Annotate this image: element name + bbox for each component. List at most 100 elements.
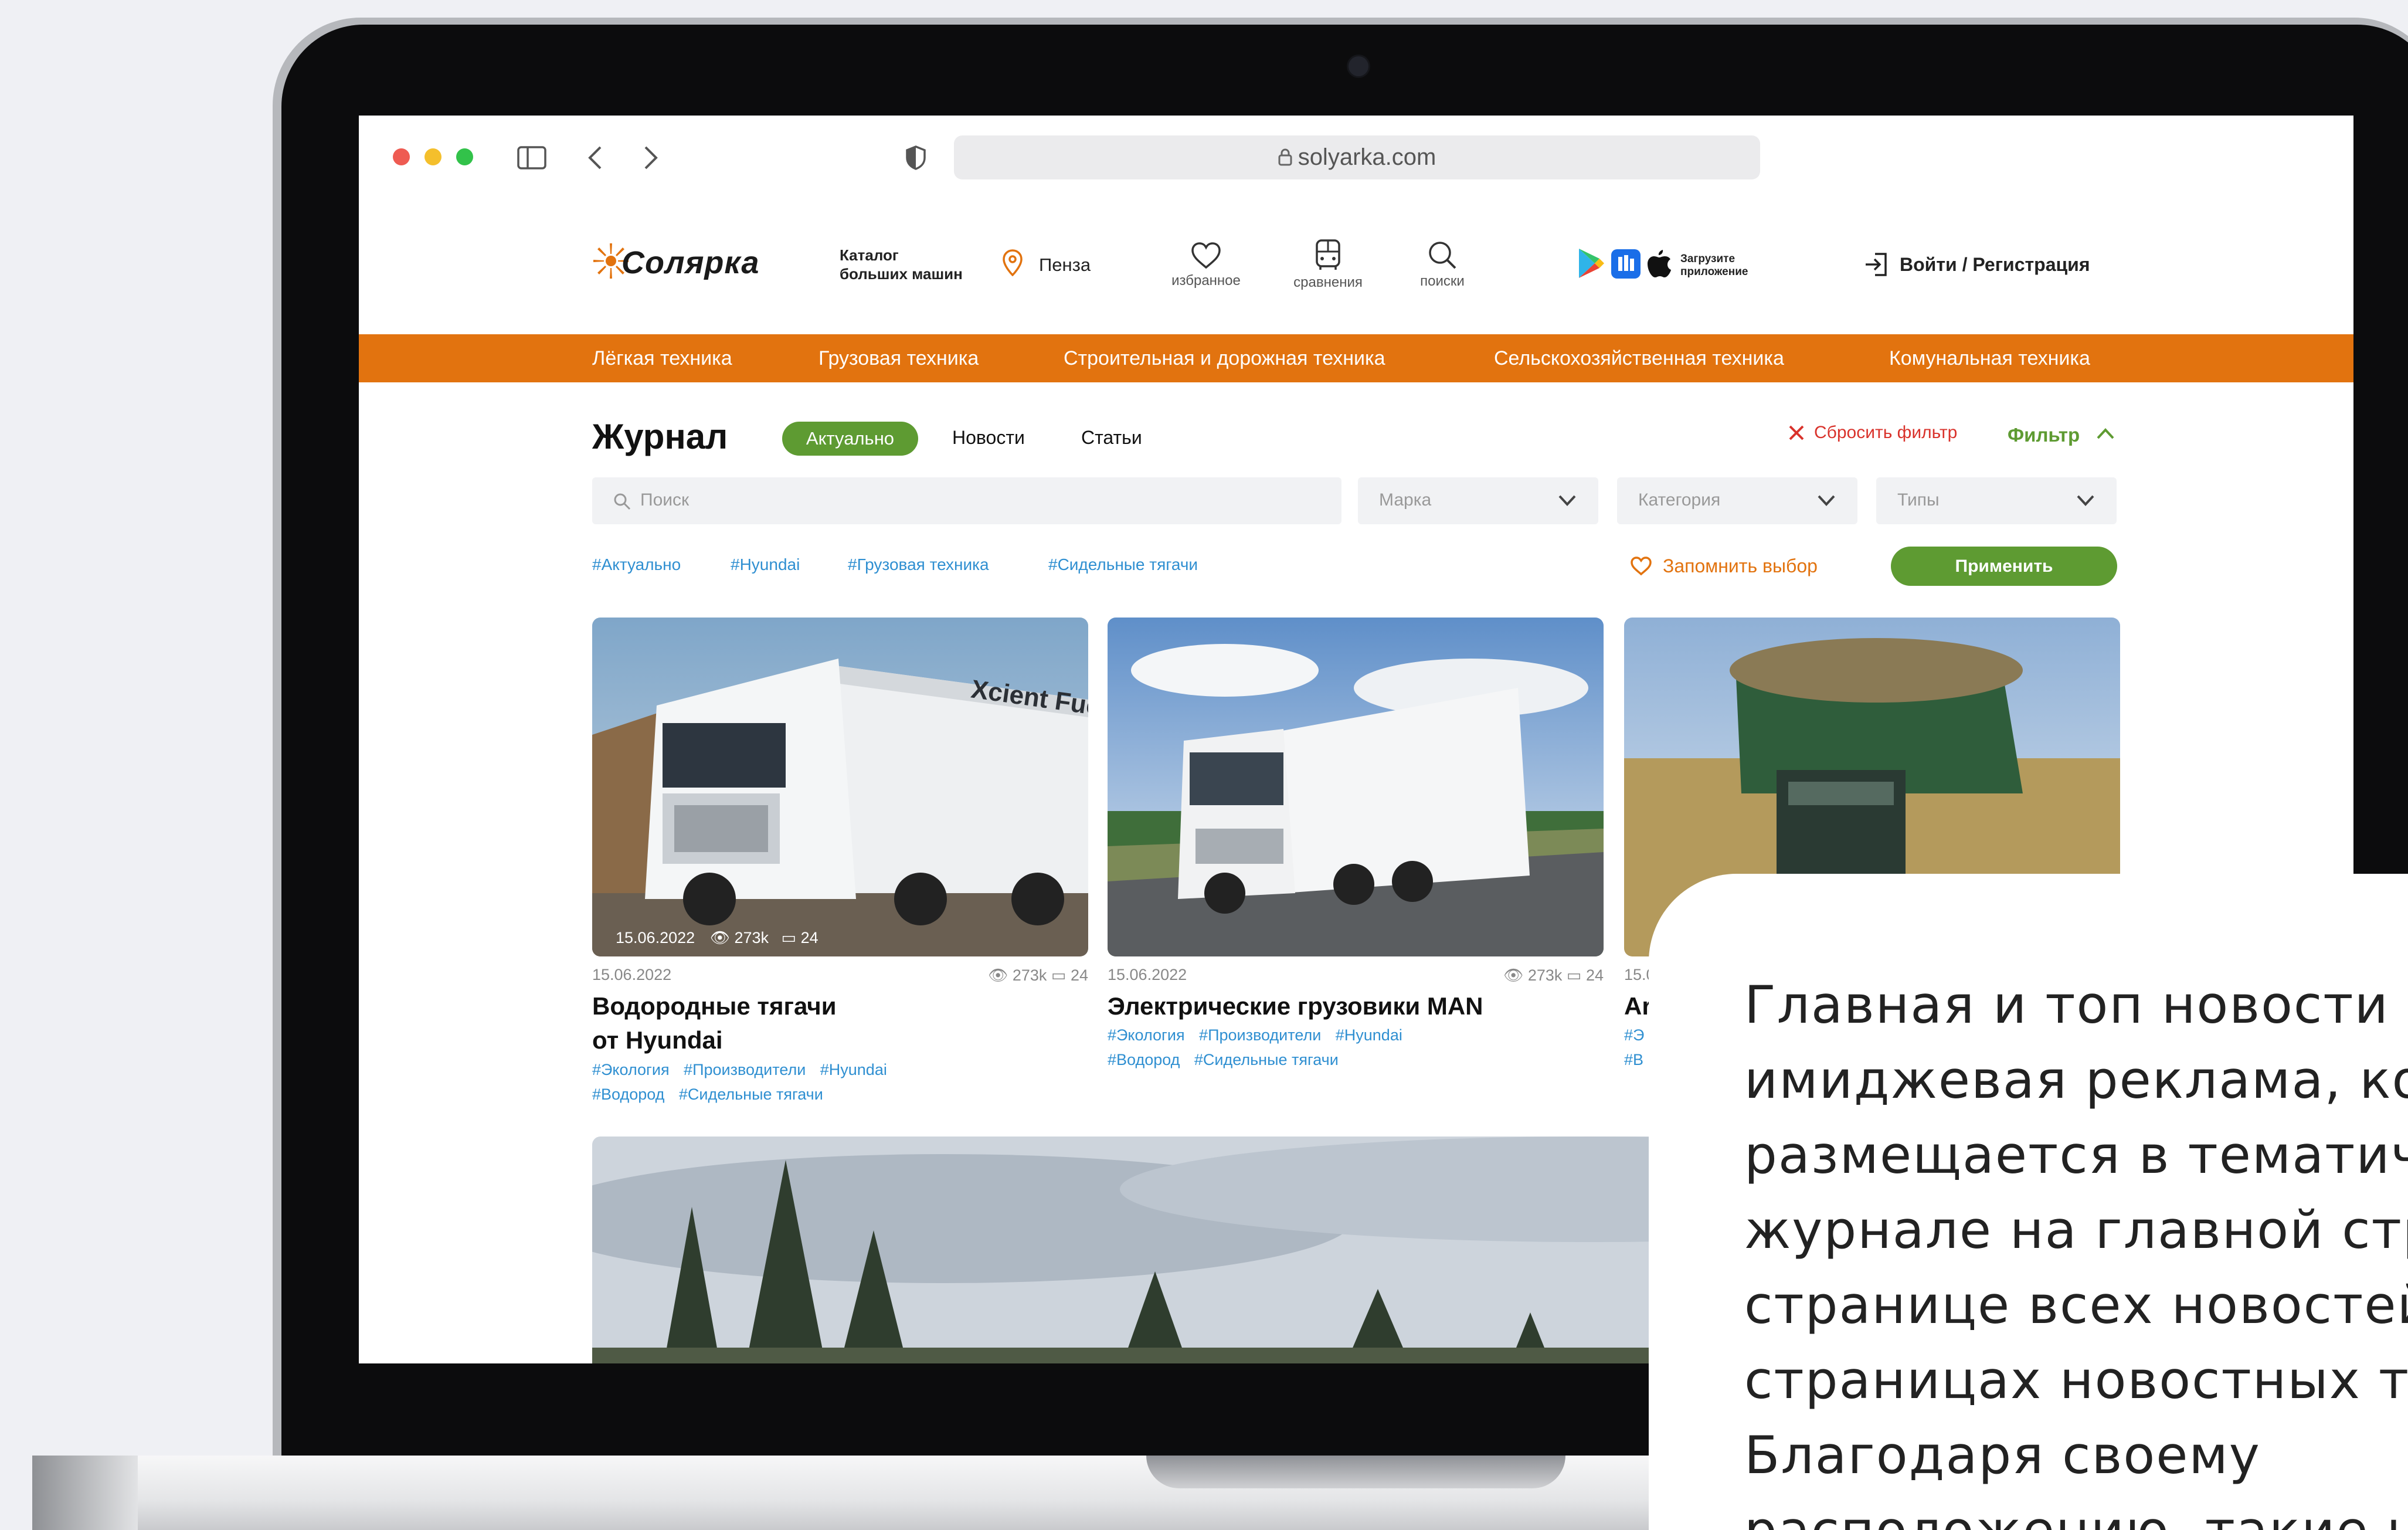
card-3-title[interactable]: Ar bbox=[1624, 989, 1652, 1023]
nav-item-trucks[interactable]: Грузовая техника bbox=[818, 334, 979, 382]
login-link[interactable]: Войти / Регистрация bbox=[1900, 254, 2090, 276]
nav-item-agricultural[interactable]: Сельскохозяйственная техника bbox=[1494, 334, 1784, 382]
tab-articles[interactable]: Статьи bbox=[1081, 427, 1142, 449]
logo-tagline-line1: Каталог bbox=[840, 246, 899, 264]
card-1-title-line1: Водородные тягачи bbox=[592, 992, 837, 1020]
chevron-up-icon[interactable] bbox=[2095, 426, 2115, 443]
close-window-button[interactable] bbox=[393, 148, 410, 165]
category-select[interactable]: Категория bbox=[1617, 477, 1857, 524]
card-tag[interactable]: #Экология bbox=[592, 1061, 670, 1078]
eye-icon: 👁 bbox=[709, 929, 730, 947]
laptop-base-edge bbox=[32, 1456, 138, 1530]
card-1-title-line2: от Hyundai bbox=[592, 1026, 723, 1054]
card-1-date: 15.06.2022 bbox=[592, 966, 672, 983]
forward-icon[interactable] bbox=[643, 145, 658, 174]
card-1-image[interactable]: Xcient Fuel Cell 15.06.2022 👁 273k ▭ 24 bbox=[592, 618, 1088, 956]
page-title: Журнал bbox=[592, 417, 728, 456]
category-select-label: Категория bbox=[1638, 490, 1721, 510]
filter-toggle[interactable]: Фильтр bbox=[2008, 424, 2080, 446]
card-tag[interactable]: #В bbox=[1624, 1051, 1643, 1069]
nav-item-municipal[interactable]: Комунальная техника bbox=[1889, 334, 2090, 382]
filter-tag[interactable]: #Актуально bbox=[592, 555, 681, 574]
card-1-overlay-comments: 24 bbox=[800, 929, 818, 947]
card-tag[interactable]: #Производители bbox=[1199, 1026, 1321, 1044]
info-line: Благодаря своему bbox=[1744, 1425, 2261, 1485]
apple-icon[interactable] bbox=[1646, 248, 1672, 281]
minimize-window-button[interactable] bbox=[424, 148, 441, 165]
types-select[interactable]: Типы bbox=[1876, 477, 2117, 524]
card-tag[interactable]: #Hyundai bbox=[1336, 1026, 1402, 1044]
google-play-icon[interactable] bbox=[1577, 247, 1605, 283]
card-tag[interactable]: #Сидельные тягачи bbox=[1194, 1051, 1339, 1068]
filter-tag[interactable]: #Грузовая техника bbox=[848, 555, 989, 574]
compare-label: сравнения bbox=[1293, 274, 1363, 290]
info-line: расположению, такие н bbox=[1744, 1493, 2408, 1530]
brand-select-label: Марка bbox=[1379, 490, 1432, 510]
remember-choice-link[interactable]: Запомнить выбор bbox=[1663, 555, 1818, 577]
url-text: solyarka.com bbox=[1298, 144, 1436, 170]
card-2-title[interactable]: Электрические грузовики MAN bbox=[1108, 989, 1483, 1023]
info-line: имиджевая реклама, ко bbox=[1744, 1050, 2408, 1110]
app-promo-line1: Загрузите bbox=[1680, 253, 1735, 265]
app-promo: Загрузите приложение bbox=[1680, 253, 1748, 279]
reset-filter-icon[interactable] bbox=[1788, 424, 1805, 445]
card-1-comments: 24 bbox=[1070, 966, 1088, 984]
remember-heart-icon[interactable] bbox=[1630, 556, 1652, 579]
saved-searches-label: поиски bbox=[1420, 273, 1465, 289]
chevron-down-icon bbox=[1818, 495, 1835, 506]
card-tag[interactable]: #Э bbox=[1624, 1026, 1644, 1044]
nav-item-construction[interactable]: Строительная и дорожная техника bbox=[1064, 334, 1385, 382]
card-tag[interactable]: #Hyundai bbox=[820, 1061, 887, 1078]
comment-icon: ▭ bbox=[781, 929, 797, 947]
search-input-icon bbox=[613, 493, 631, 515]
saved-searches-button[interactable]: поиски bbox=[1407, 240, 1478, 290]
card-tag[interactable]: #Водород bbox=[592, 1085, 664, 1103]
card-1-overlay-views: 273k bbox=[734, 929, 769, 947]
info-panel-text: Главная и топ новости – имиджевая реклам… bbox=[1744, 968, 2408, 1530]
filter-tag[interactable]: #Hyundai bbox=[731, 555, 800, 574]
apply-button[interactable]: Применить bbox=[1891, 547, 2117, 586]
logo-tagline-line2: больших машин bbox=[840, 265, 963, 283]
card-1-overlay-date: 15.06.2022 bbox=[616, 929, 695, 947]
card-2-stats: 👁 273k ▭ 24 bbox=[1486, 966, 1604, 985]
info-line: Главная и топ новости – bbox=[1744, 975, 2408, 1035]
reset-filter-link[interactable]: Сбросить фильтр bbox=[1814, 423, 1957, 443]
info-panel: Главная и топ новости – имиджевая реклам… bbox=[1649, 874, 2408, 1530]
favorites-label: избранное bbox=[1171, 273, 1241, 289]
webcam bbox=[1349, 56, 1368, 76]
sidebar-toggle-icon[interactable] bbox=[517, 146, 546, 172]
card-tag[interactable]: #Водород bbox=[1108, 1051, 1180, 1068]
card-tag[interactable]: #Производители bbox=[684, 1061, 806, 1078]
search-input[interactable]: Поиск bbox=[592, 477, 1341, 524]
logo-text[interactable]: Cолярка bbox=[621, 245, 759, 281]
brand-select[interactable]: Марка bbox=[1358, 477, 1598, 524]
card-1-stats: 👁 273k ▭ 24 bbox=[971, 966, 1088, 985]
shield-icon[interactable] bbox=[905, 145, 926, 174]
tab-actual[interactable]: Актуально bbox=[782, 422, 918, 456]
location-pin-icon[interactable] bbox=[1003, 249, 1023, 279]
lock-icon bbox=[1278, 137, 1292, 181]
card-1-title[interactable]: Водородные тягачи от Hyundai bbox=[592, 989, 837, 1057]
card-tag[interactable]: #Сидельные тягачи bbox=[679, 1085, 823, 1103]
chevron-down-icon bbox=[2077, 495, 2094, 506]
card-tag[interactable]: #Экология bbox=[1108, 1026, 1185, 1044]
card-2-views: 273k bbox=[1527, 966, 1563, 984]
card-1-tags: #Экология #Производители #Hyundai bbox=[592, 1061, 887, 1079]
favorites-button[interactable]: избранное bbox=[1168, 242, 1244, 289]
login-icon[interactable] bbox=[1863, 252, 1889, 280]
info-line: журнале на главной стр bbox=[1744, 1200, 2408, 1260]
address-bar[interactable]: solyarka.com bbox=[954, 135, 1760, 179]
maximize-window-button[interactable] bbox=[456, 148, 473, 165]
tab-news[interactable]: Новости bbox=[952, 427, 1025, 449]
card-1-overlay-meta: 15.06.2022 👁 273k ▭ 24 bbox=[616, 928, 818, 947]
city-selector[interactable]: Пенза bbox=[1039, 255, 1091, 276]
filter-tag[interactable]: #Сидельные тягачи bbox=[1048, 555, 1198, 574]
types-select-label: Типы bbox=[1897, 490, 1940, 510]
nav-item-light[interactable]: Лёгкая техника bbox=[592, 334, 732, 382]
card-2-image[interactable] bbox=[1108, 618, 1604, 956]
compare-button[interactable]: сравнения bbox=[1290, 239, 1366, 291]
back-icon[interactable] bbox=[587, 145, 603, 174]
rustore-icon[interactable] bbox=[1611, 249, 1641, 279]
comment-icon: ▭ bbox=[1051, 966, 1067, 984]
heart-icon bbox=[1191, 242, 1221, 269]
